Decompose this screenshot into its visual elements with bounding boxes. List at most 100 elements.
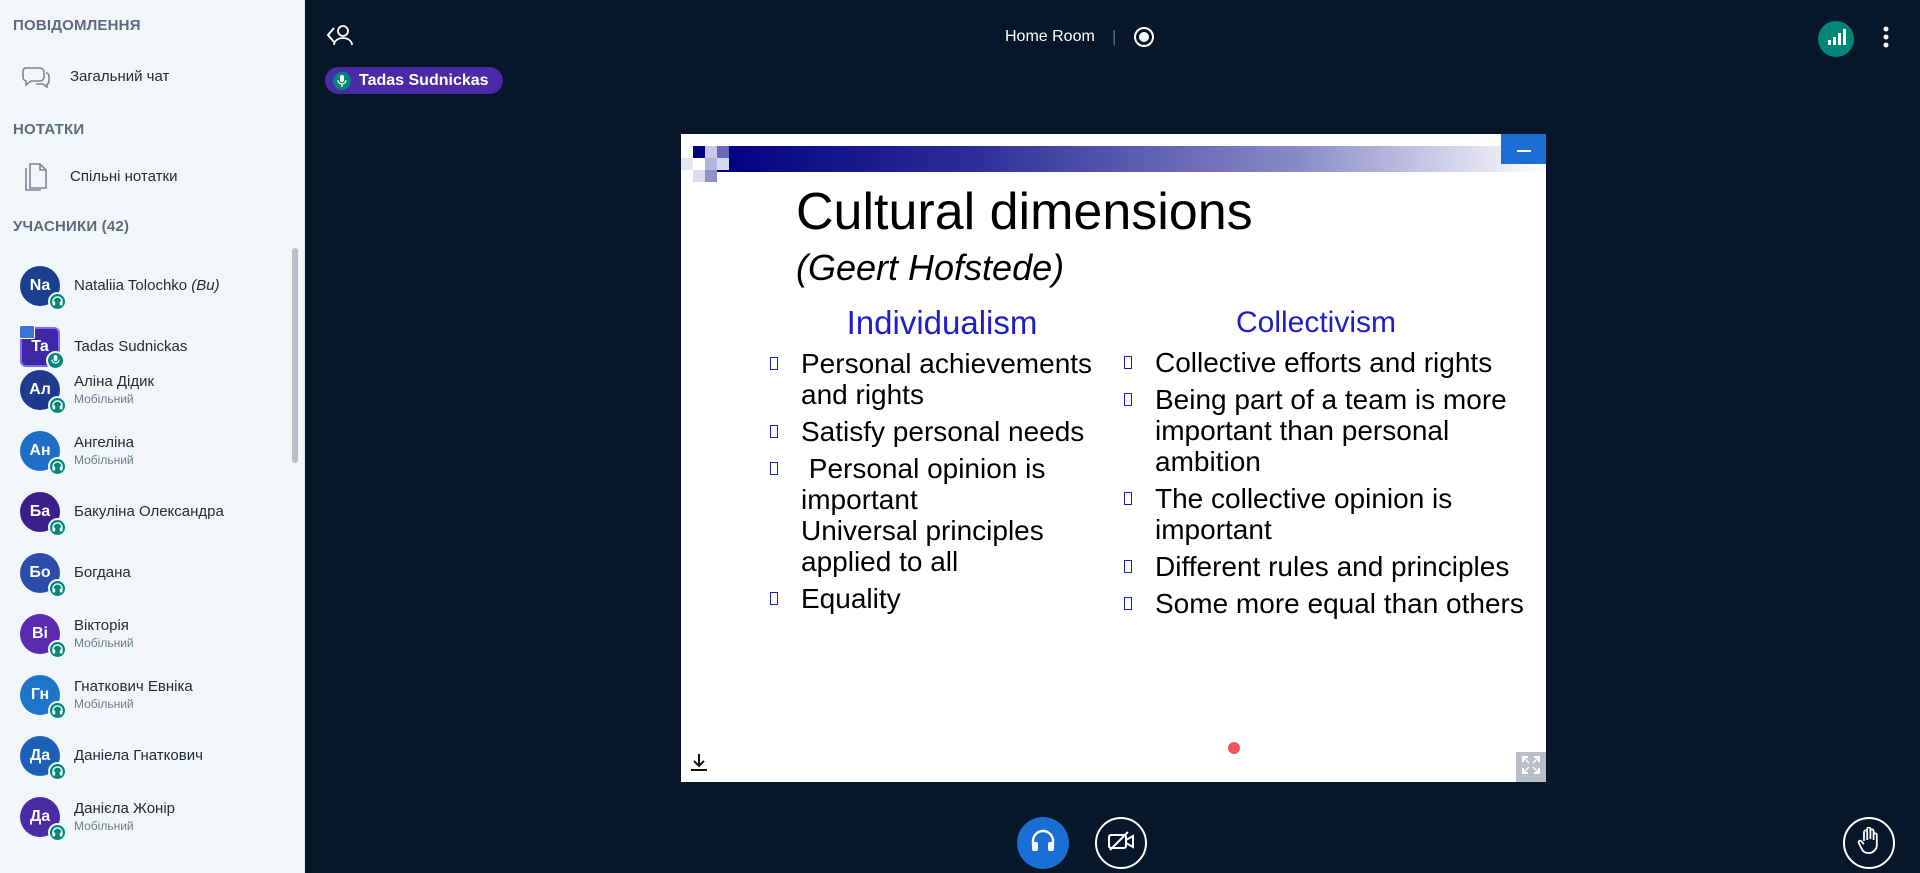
participant-name-text: Гнаткович Евніка	[74, 677, 193, 695]
participant-name-text: Nataliia Tolochko	[74, 276, 188, 294]
bullet-box-icon	[1124, 492, 1132, 505]
headphones-icon	[48, 395, 67, 415]
presenter-pointer	[1228, 742, 1240, 754]
raise-hand-icon	[1856, 826, 1882, 860]
slide-decoration	[717, 158, 729, 170]
raise-hand-button[interactable]	[1843, 817, 1895, 869]
bullet-box-icon	[1124, 356, 1132, 369]
slide-decoration	[693, 170, 705, 182]
connection-status-button[interactable]	[1818, 21, 1854, 57]
slide-bullet: Collective efforts and rights	[1122, 347, 1542, 378]
headphones-icon	[48, 291, 67, 311]
options-button[interactable]	[1876, 24, 1896, 54]
participant-name-text: Данієла Жонір	[74, 799, 176, 817]
participant-name-text: Ангеліна	[74, 433, 134, 451]
participant-name: Гнаткович Евніка	[74, 678, 193, 696]
participant-device: Мобільний	[74, 635, 134, 650]
avatar: Na	[20, 265, 67, 311]
talking-indicator[interactable]: Tadas Sudnickas	[325, 67, 503, 94]
slide-bullet: Being part of a team is more important th…	[1122, 384, 1542, 477]
record-button[interactable]	[1133, 26, 1155, 48]
download-presentation-button[interactable]	[687, 752, 711, 776]
bullet-text-line: Collective efforts and rights	[1155, 347, 1493, 378]
bullet-text-line: important	[1155, 514, 1272, 545]
slide-decoration	[717, 146, 729, 158]
slide-decoration	[705, 158, 717, 170]
headphones-icon	[48, 517, 67, 537]
bullet-text-line: Equality	[801, 583, 901, 614]
avatar-initials: Ta	[31, 337, 49, 355]
avatar: Ан	[20, 430, 67, 476]
participants-header: УЧАСНИКИ (42)	[13, 218, 130, 235]
sidebar: ПОВІДОМЛЕННЯ Загальний чат НОТАТКИ Спіль…	[0, 0, 305, 873]
headphones-icon	[48, 578, 67, 598]
bullet-text-line: Being part of a team is more	[1155, 384, 1507, 415]
fullscreen-button[interactable]	[1516, 752, 1546, 782]
participants-list[interactable]: Na Nataliia Tolochko (Ви) Ta Tadas Sudnicka…	[0, 244, 290, 873]
video-off-icon	[1107, 830, 1135, 857]
headphones-icon	[48, 761, 67, 781]
headphones-icon	[1030, 829, 1056, 858]
participant-row[interactable]: Гн Гнаткович Евніка Мобільний	[0, 664, 290, 725]
public-chat-item[interactable]: Загальний чат	[0, 51, 300, 101]
bullet-box-icon	[770, 462, 778, 475]
bullet-box-icon	[1124, 597, 1132, 610]
user-leave-icon	[325, 23, 355, 52]
avatar: Да	[20, 796, 67, 842]
participant-row[interactable]: Да Даніела Гнаткович	[0, 725, 290, 786]
participants-scrollbar[interactable]	[292, 248, 298, 463]
participant-row[interactable]: Ал Аліна Дідик Мобільний	[0, 359, 290, 420]
minimize-presentation-button[interactable]	[1501, 134, 1546, 164]
avatar-initials: Na	[29, 276, 51, 294]
bullet-text-line: The collective opinion is	[1155, 483, 1453, 514]
shared-notes-item[interactable]: Спільні нотатки	[0, 151, 300, 201]
participant-device: Мобільний	[74, 452, 134, 467]
bullet-text-line: Some more equal than others	[1155, 588, 1524, 619]
more-vertical-icon	[1883, 26, 1889, 53]
avatar: Гн	[20, 674, 67, 720]
participant-device: Мобільний	[74, 818, 134, 833]
bullet-text-line: Personal achievements	[801, 348, 1093, 379]
participant-row[interactable]: Na Nataliia Tolochko (Ви)	[0, 255, 290, 316]
bullet-box-icon	[1124, 393, 1132, 406]
participant-name: Даніела Гнаткович	[74, 747, 203, 765]
microphone-icon	[333, 71, 351, 90]
participant-name-text: Бакуліна Олександра	[74, 502, 224, 520]
participant-row[interactable]: Бо Богдана	[0, 542, 290, 603]
participant-row[interactable]: Ві Вікторія Мобільний	[0, 603, 290, 664]
participant-device: Мобільний	[74, 696, 134, 711]
presentation-slide[interactable]: Cultural dimensions (Geert Hofstede) Ind…	[681, 134, 1546, 782]
participant-name-text: Аліна Дідик	[74, 372, 155, 390]
slide-decoration	[705, 170, 717, 182]
bullet-text-line: Personal opinion is	[801, 453, 1046, 484]
slide-decoration	[681, 158, 693, 170]
talker-name: Tadas Sudnickas	[359, 71, 489, 89]
slide-bullet: The collective opinion is important	[1122, 483, 1542, 545]
chat-icon	[18, 58, 54, 94]
video-button[interactable]	[1095, 817, 1147, 869]
avatar-initials: Гн	[30, 685, 50, 703]
participant-name: Ангеліна	[74, 434, 134, 452]
audio-button[interactable]	[1017, 817, 1069, 869]
headphones-icon	[48, 822, 67, 842]
slide-bullet: Some more equal than others	[1122, 588, 1542, 619]
individualism-heading: Individualism	[846, 304, 1038, 341]
avatar-initials: Да	[29, 807, 51, 825]
participant-name-text: Даніела Гнаткович	[74, 746, 203, 764]
you-label: (Ви)	[191, 276, 220, 294]
slide-decoration	[693, 146, 705, 158]
title-separator: |	[1112, 27, 1117, 46]
participant-row[interactable]: Ан Ангеліна Мобільний	[0, 420, 290, 481]
participant-row[interactable]: Да Данієла Жонір Мобільний	[0, 786, 290, 847]
avatar-initials: Ба	[29, 502, 51, 520]
participant-name: Богдана	[74, 564, 131, 582]
signal-bars-icon	[1826, 28, 1846, 51]
bullet-box-icon	[770, 357, 778, 370]
bullet-text-line: Universal principles	[801, 515, 1044, 546]
participant-row[interactable]: Ба Бакуліна Олександра	[0, 481, 290, 542]
avatar: Ал	[20, 369, 67, 415]
shared-notes-label: Спільні нотатки	[70, 167, 178, 185]
leave-session-button[interactable]	[324, 23, 356, 51]
participant-name: Nataliia Tolochko (Ви)	[74, 277, 220, 295]
record-icon	[1133, 27, 1155, 52]
